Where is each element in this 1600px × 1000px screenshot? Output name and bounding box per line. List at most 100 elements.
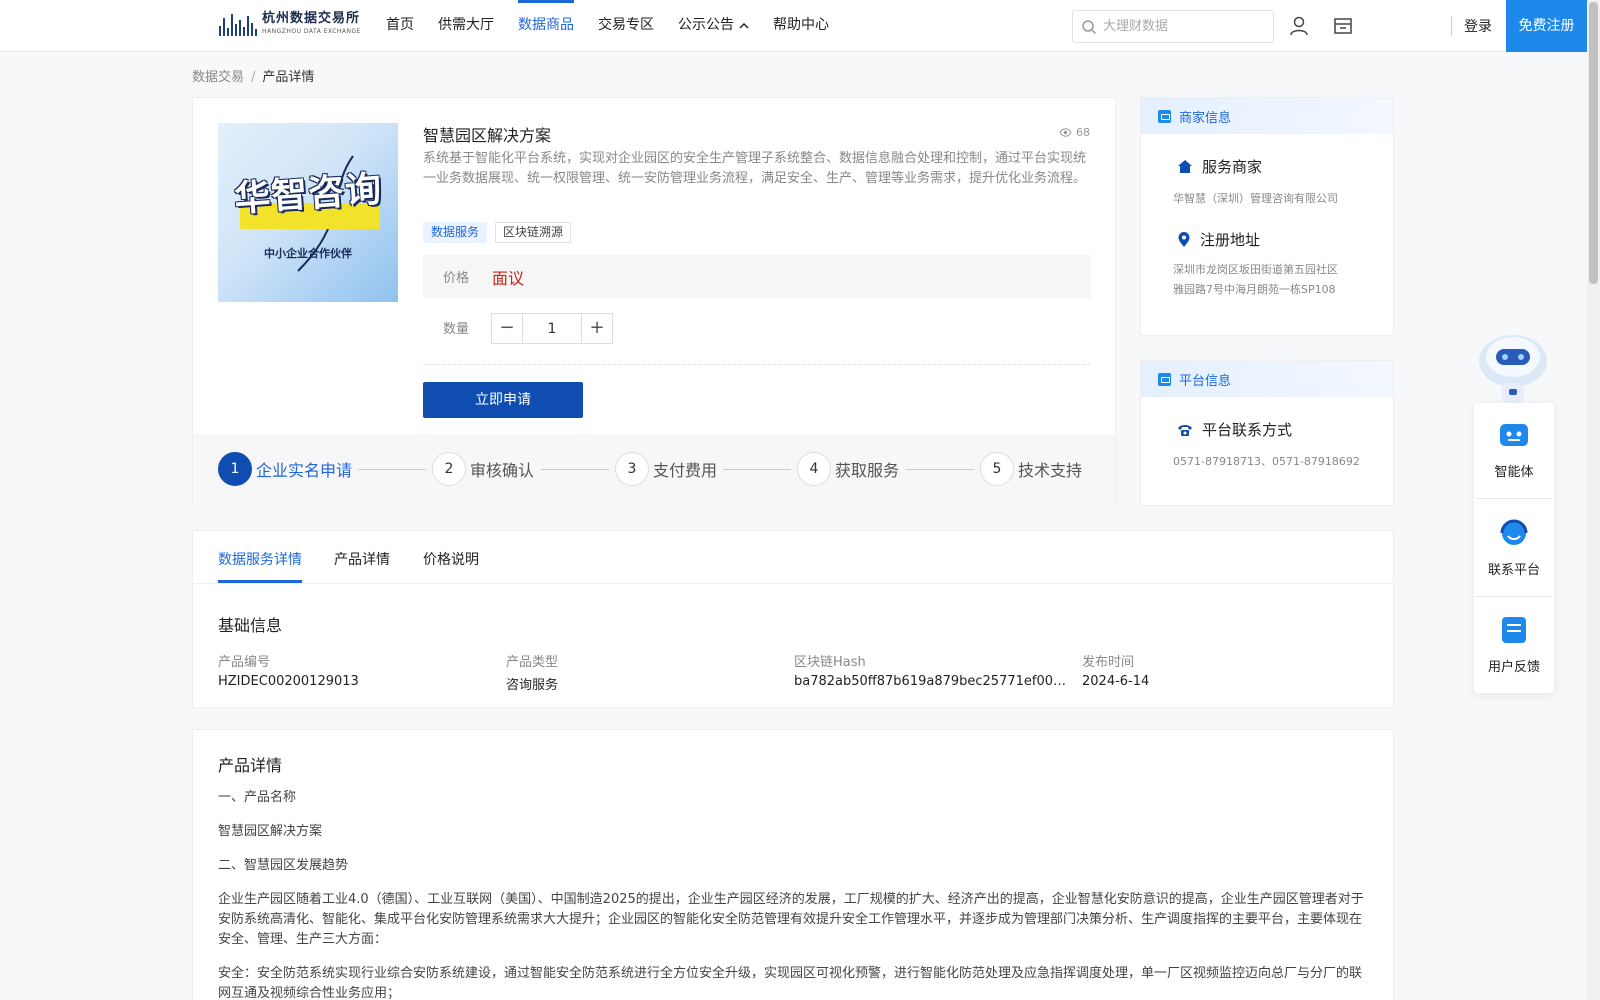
- product-detail-card: 产品详情 一、产品名称 智慧园区解决方案 二、智慧园区发展趋势 企业生产园区随着…: [192, 729, 1394, 1000]
- product-title: 智慧园区解决方案: [423, 126, 552, 145]
- page-scrollbar[interactable]: [1587, 0, 1600, 1000]
- info-label: 产品类型: [506, 655, 559, 670]
- active-tab-indicator: [218, 580, 302, 583]
- float-feedback-label: 用户反馈: [1487, 660, 1540, 675]
- quantity-stepper: − +: [491, 313, 613, 344]
- shop-icon[interactable]: [1332, 15, 1354, 37]
- divider: [423, 364, 1091, 365]
- platform-info-header: 平台信息: [1141, 361, 1393, 397]
- search-box[interactable]: [1072, 10, 1274, 43]
- home-icon: [1178, 160, 1192, 173]
- logo-subtitle: HANGZHOU DATA EXCHANGE: [262, 28, 361, 35]
- tab-product-details[interactable]: 产品详情: [334, 549, 390, 569]
- header-divider: [1451, 16, 1452, 36]
- logo-title: 杭州数据交易所: [262, 11, 361, 26]
- merchant-info-title: 商家信息: [1179, 110, 1232, 126]
- tag-data-service: 数据服务: [423, 222, 488, 243]
- float-divider: [1476, 498, 1552, 499]
- step-5: 5 技术支持: [980, 452, 1082, 486]
- step-label: 企业实名申请: [256, 461, 353, 480]
- price-label: 价格: [443, 271, 470, 286]
- breadcrumb: 数据交易 / 产品详情: [192, 66, 314, 85]
- main-nav: 首页 供需大厅 数据商品 交易专区 公示公告 帮助中心: [386, 0, 853, 52]
- step-connector: [723, 469, 791, 470]
- step-label: 技术支持: [1018, 461, 1083, 480]
- chevron-up-icon: [739, 2, 749, 52]
- logo[interactable]: 杭州数据交易所 HANGZHOU DATA EXCHANGE: [219, 11, 361, 36]
- service-merchant-heading: 服务商家: [1141, 156, 1393, 177]
- step-3: 3 支付费用: [615, 452, 717, 486]
- login-link[interactable]: 登录: [1464, 16, 1492, 36]
- service-merchant-value: 华智慧（深圳）管理咨询有限公司: [1173, 192, 1338, 205]
- step-number: 2: [432, 452, 466, 486]
- registered-address-heading: 注册地址: [1141, 229, 1393, 250]
- step-1: 1 企业实名申请: [218, 452, 352, 486]
- step-connector: [358, 469, 426, 470]
- step-number: 1: [218, 452, 252, 486]
- location-pin-icon: [1178, 231, 1190, 247]
- robot-assistant-icon[interactable]: [1474, 327, 1552, 405]
- quantity-input[interactable]: [523, 314, 581, 343]
- top-header: 杭州数据交易所 HANGZHOU DATA EXCHANGE 首页 供需大厅 数…: [0, 0, 1587, 52]
- platform-contact-heading: 平台联系方式: [1141, 419, 1393, 440]
- agent-bot-icon: [1500, 424, 1528, 446]
- nav-help-center[interactable]: 帮助中心: [773, 0, 829, 52]
- eye-icon: [1059, 128, 1072, 137]
- product-description: 系统基于智能化平台系统，实现对企业园区的安全生产管理子系统整合、数据信息融合处理…: [423, 151, 1087, 186]
- nav-home[interactable]: 首页: [386, 0, 414, 52]
- merchant-info-header: 商家信息: [1141, 98, 1393, 134]
- platform-info-title: 平台信息: [1179, 373, 1232, 389]
- detail-paragraph: 智慧园区解决方案: [218, 824, 323, 839]
- float-feedback[interactable]: 用户反馈: [1474, 614, 1554, 675]
- registered-address-line1: 深圳市龙岗区坂田街道第五园社区: [1173, 263, 1338, 276]
- nav-trading-zone[interactable]: 交易专区: [598, 0, 654, 52]
- float-contact-platform[interactable]: 联系平台: [1474, 517, 1554, 578]
- platform-contact-value: 0571-87918713、0571-87918692: [1173, 455, 1360, 468]
- step-number: 3: [615, 452, 649, 486]
- step-2: 2 审核确认: [432, 452, 534, 486]
- platform-icon: [1158, 372, 1171, 386]
- apply-now-button[interactable]: 立即申请: [423, 382, 583, 418]
- info-value: HZIDEC00200129013: [218, 674, 359, 689]
- info-product-id: 产品编号 HZIDEC00200129013: [218, 651, 493, 689]
- float-agent[interactable]: 智能体: [1474, 419, 1554, 480]
- minus-icon[interactable]: −: [492, 314, 523, 343]
- breadcrumb-separator: /: [251, 70, 256, 85]
- info-label: 区块链Hash: [794, 655, 866, 670]
- step-number: 4: [797, 452, 831, 486]
- floating-service-panel: 智能体 联系平台 用户反馈: [1474, 403, 1554, 693]
- step-connector: [906, 469, 974, 470]
- register-button[interactable]: 免费注册: [1506, 0, 1587, 52]
- tab-price-description[interactable]: 价格说明: [423, 549, 479, 569]
- data-service-details-card: 数据服务详情 产品详情 价格说明 基础信息 产品编号 HZIDEC0020012…: [192, 530, 1394, 708]
- nav-supply-demand[interactable]: 供需大厅: [438, 0, 494, 52]
- step-connector: [541, 469, 609, 470]
- info-value: 2024-6-14: [1082, 674, 1150, 689]
- view-count: 68: [1059, 126, 1090, 139]
- nav-announcements[interactable]: 公示公告: [678, 0, 749, 52]
- nav-data-products[interactable]: 数据商品: [518, 0, 574, 52]
- detail-tabs: 数据服务详情 产品详情 价格说明: [193, 531, 1393, 584]
- user-icon[interactable]: [1288, 15, 1310, 37]
- info-publish-date: 发布时间 2024-6-14: [1082, 651, 1357, 689]
- search-input[interactable]: [1103, 19, 1263, 34]
- logo-mark-icon: [219, 12, 257, 36]
- step-number: 5: [980, 452, 1014, 486]
- breadcrumb-root[interactable]: 数据交易: [192, 70, 244, 85]
- tag-blockchain: 区块链溯源: [495, 222, 572, 243]
- product-card: 华智咨询 中小企业合作伙伴 智慧园区解决方案 68 系统基于智能化平台系统，实现…: [192, 97, 1116, 506]
- platform-info-card: 平台信息 平台联系方式 0571-87918713、0571-87918692: [1140, 360, 1394, 506]
- step-label: 支付费用: [653, 461, 718, 480]
- scrollbar-thumb[interactable]: [1589, 2, 1598, 284]
- info-value: 咨询服务: [506, 678, 559, 693]
- process-steps: 1 企业实名申请 2 审核确认 3 支付费用 4 获取服务 5 技术支持: [193, 434, 1115, 506]
- tab-data-service-details[interactable]: 数据服务详情: [218, 549, 302, 569]
- merchant-icon: [1158, 109, 1171, 123]
- detail-paragraph: 安全：安全防范系统实现行业综合安防系统建设，通过智能安全防范系统进行全方位安全升…: [218, 966, 1363, 1000]
- plus-icon[interactable]: +: [581, 314, 612, 343]
- view-count-value: 68: [1076, 126, 1090, 139]
- merchant-info-card: 商家信息 服务商家 华智慧（深圳）管理咨询有限公司 注册地址 深圳市龙岗区坂田街…: [1140, 97, 1394, 336]
- step-label: 审核确认: [470, 461, 535, 480]
- price-value: 面议: [492, 269, 525, 288]
- detail-paragraph: 企业生产园区随着工业4.0（德国）、工业互联网（美国）、中国制造2025的提出，…: [218, 892, 1364, 947]
